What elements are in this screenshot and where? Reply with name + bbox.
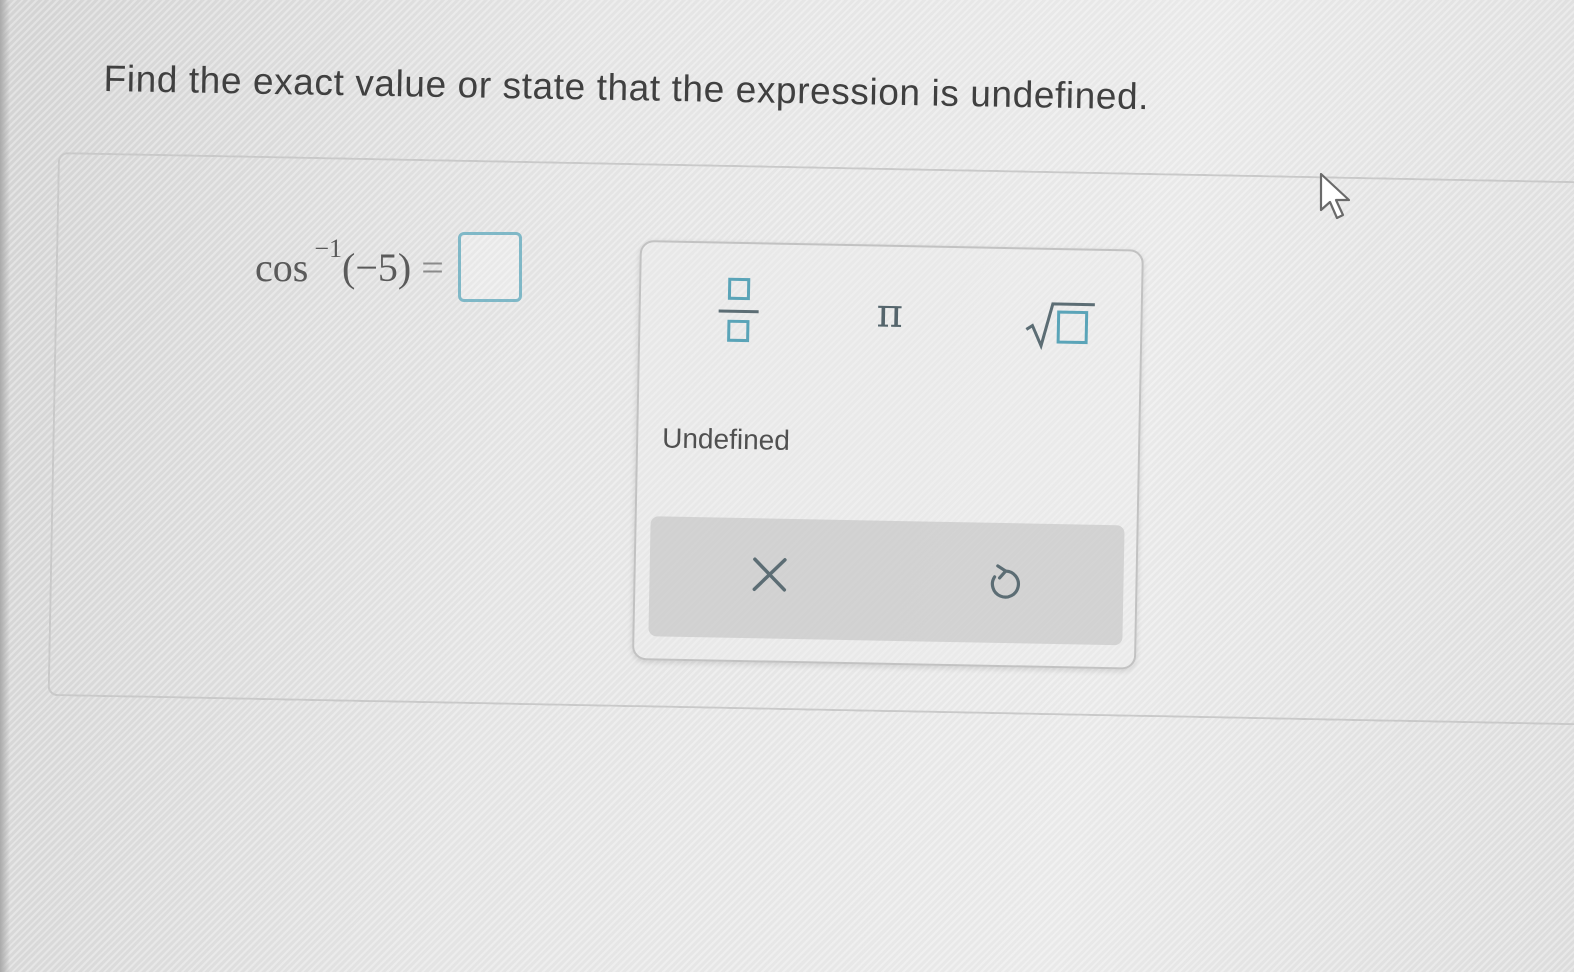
close-x-icon	[752, 557, 787, 592]
square-root-icon	[1025, 302, 1095, 351]
screen-edge-shadow	[0, 0, 10, 972]
function-name: cos	[255, 244, 309, 290]
square-root-button[interactable]	[1024, 299, 1097, 351]
undefined-button[interactable]: Undefined	[662, 422, 790, 456]
inverse-exponent: −1	[314, 234, 342, 263]
denominator-placeholder-icon	[727, 319, 750, 343]
mouse-pointer-icon	[1319, 172, 1351, 220]
equation: cos −1 (−5) =	[255, 232, 522, 302]
numerator-placeholder-icon	[727, 277, 751, 301]
answer-input[interactable]	[457, 232, 522, 302]
undo-button[interactable]	[983, 563, 1024, 604]
fraction-button[interactable]	[718, 277, 759, 349]
undo-icon	[990, 564, 1020, 599]
function-argument: (−5)	[342, 244, 412, 290]
question-prompt: Find the exact value or state that the e…	[103, 58, 1150, 118]
equals-sign: =	[421, 244, 444, 290]
pi-button[interactable]: π	[876, 291, 903, 337]
clear-button[interactable]	[749, 554, 790, 595]
math-input-palette: π Undefined	[631, 240, 1144, 670]
fraction-bar-icon	[718, 309, 759, 314]
action-bar	[648, 516, 1125, 646]
